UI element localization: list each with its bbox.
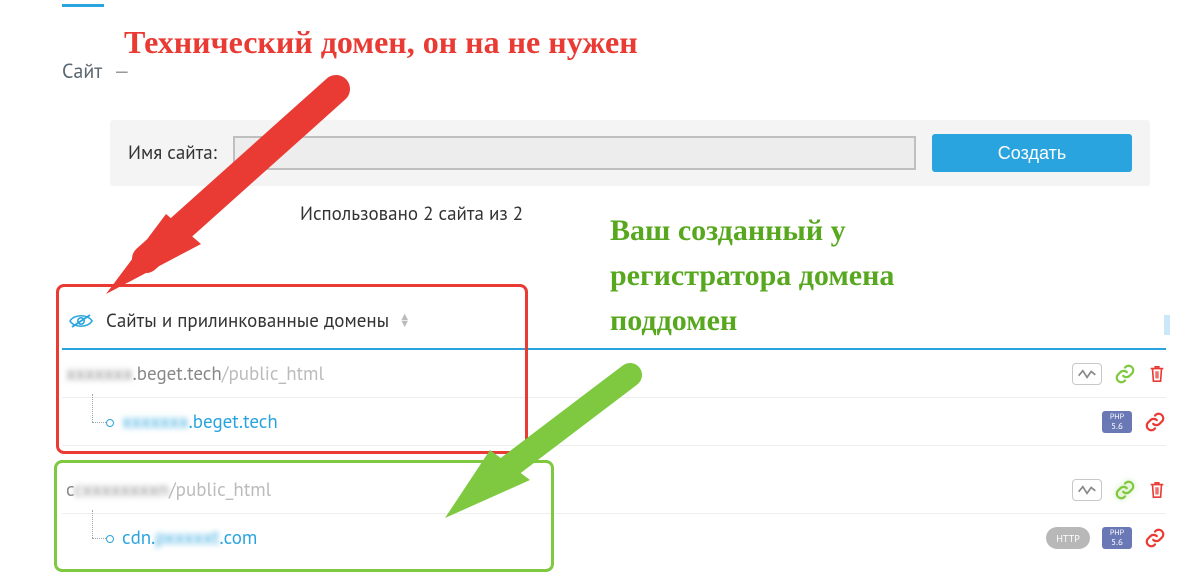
- link-icon[interactable]: [1114, 363, 1136, 385]
- cropped-column-marker: [1164, 315, 1170, 335]
- blurred-prefix: xxxxxxx: [66, 362, 133, 386]
- site-path: ccxxxxxxxxn/public_html: [66, 478, 271, 502]
- php-version-badge[interactable]: PHP5.6: [1102, 411, 1132, 433]
- unlink-icon[interactable]: [1144, 527, 1166, 549]
- site-name-input[interactable]: [233, 136, 916, 170]
- php-version-badge[interactable]: PHP5.6: [1102, 527, 1132, 549]
- blurred-domain-prefix: xxxxxxx: [122, 410, 189, 434]
- site-path: xxxxxxx.beget.tech/public_html: [66, 362, 324, 386]
- tree-connector: [80, 514, 122, 562]
- tree-connector: [80, 398, 122, 446]
- site-row[interactable]: xxxxxxx.beget.tech/public_html: [62, 350, 1166, 398]
- site-row[interactable]: ccxxxxxxxxn/public_html: [62, 466, 1166, 514]
- eye-hidden-icon[interactable]: [68, 312, 94, 330]
- create-button[interactable]: Создать: [932, 134, 1132, 172]
- top-tab-accent: [62, 4, 104, 7]
- domain-link[interactable]: cdn.pxxxxxt.com: [122, 526, 257, 550]
- domain-row[interactable]: cdn.pxxxxxt.com HTTP PHP5.6: [62, 514, 1166, 562]
- annotation-arrow-red: [106, 84, 386, 304]
- column-title[interactable]: Сайты и прилинкованные домены: [106, 309, 389, 333]
- create-label: Имя сайта:: [128, 141, 217, 165]
- subtitle-dash: —: [114, 58, 130, 84]
- http-badge[interactable]: HTTP: [1046, 527, 1090, 549]
- trash-icon[interactable]: [1148, 480, 1166, 500]
- domain-row[interactable]: xxxxxxx.beget.tech PHP5.6: [62, 398, 1166, 446]
- stats-icon[interactable]: [1072, 479, 1102, 501]
- link-icon[interactable]: [1114, 479, 1136, 501]
- row-actions: PHP5.6: [1102, 398, 1166, 445]
- usage-text: Использовано 2 сайта из 2: [300, 202, 523, 226]
- row-actions: [1072, 350, 1166, 397]
- row-actions: [1072, 466, 1166, 513]
- subtitle-prefix: Сайт: [62, 58, 102, 84]
- create-site-bar: Имя сайта: Создать: [110, 120, 1150, 186]
- row-actions: HTTP PHP5.6: [1046, 514, 1166, 562]
- trash-icon[interactable]: [1148, 364, 1166, 384]
- annotation-text-red: Технический домен, он на не нужен: [124, 24, 1140, 61]
- blurred-domain-mid: pxxxxxt: [155, 526, 219, 550]
- blurred-prefix: cxxxxxxxxn: [74, 478, 169, 502]
- annotation-text-green: Ваш созданный у регистратора домена подд…: [610, 208, 894, 343]
- stats-icon[interactable]: [1072, 363, 1102, 385]
- domain-link[interactable]: xxxxxxx.beget.tech: [122, 410, 278, 434]
- sort-icon[interactable]: ▲▼: [399, 314, 410, 328]
- unlink-icon[interactable]: [1144, 411, 1166, 433]
- page-subtitle: Сайт —: [62, 58, 136, 84]
